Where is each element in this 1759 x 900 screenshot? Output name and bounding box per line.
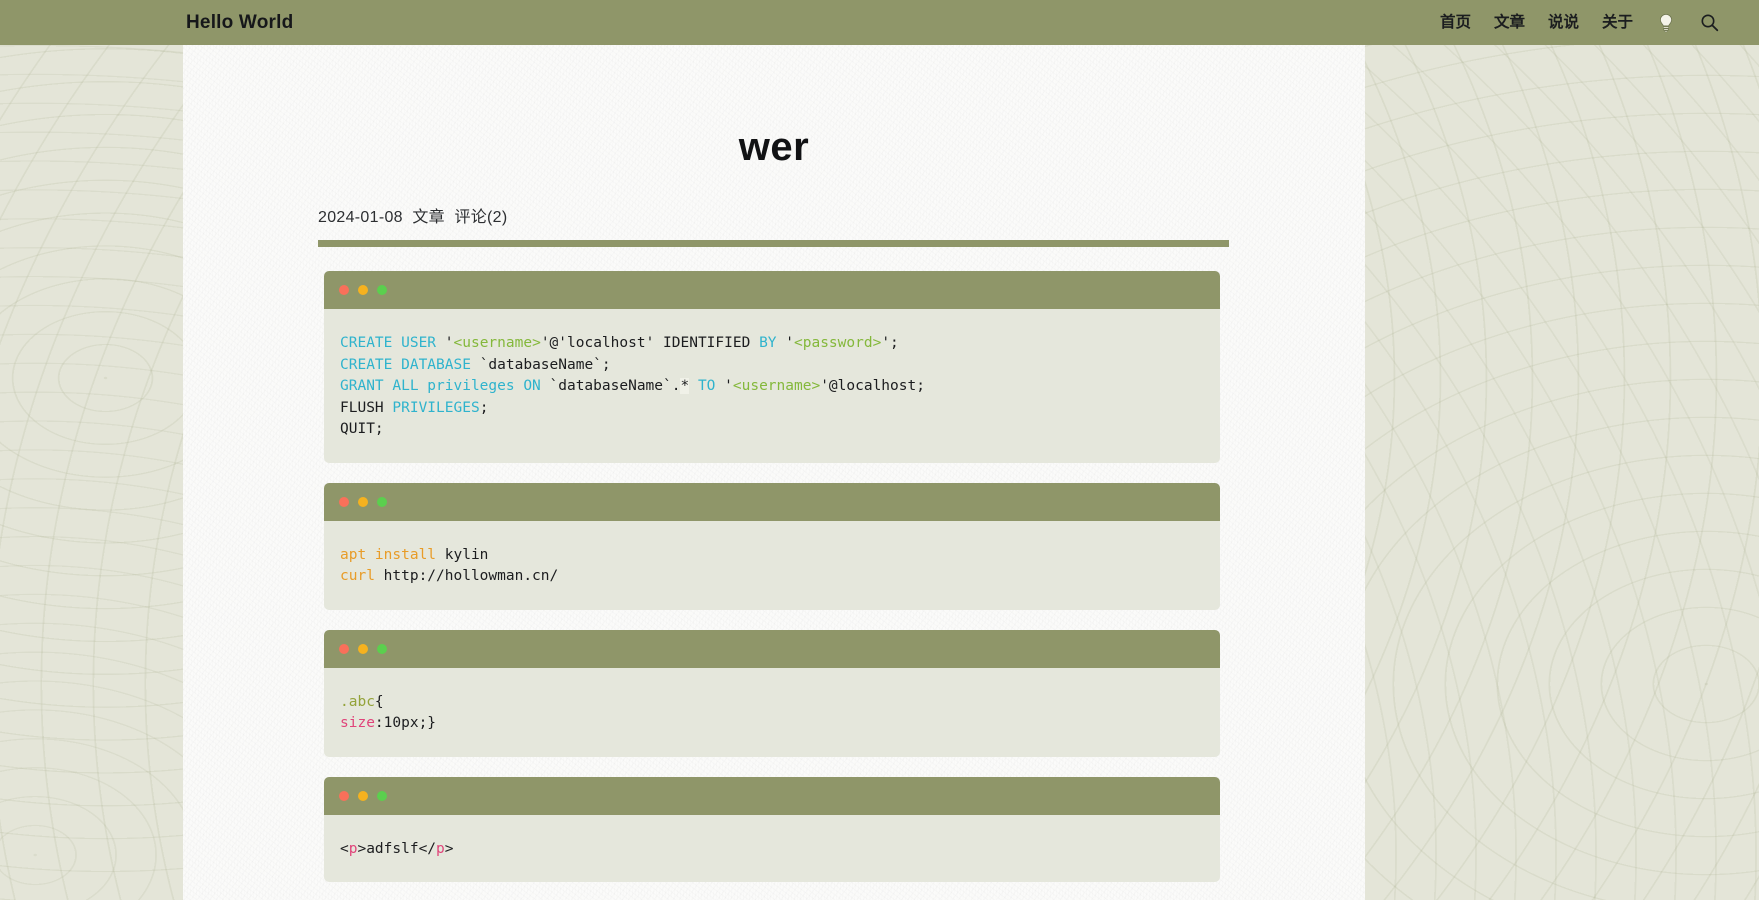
top-navigation-bar: Hello World 首页 文章 说说 关于 bbox=[0, 0, 1759, 45]
code-block-sql: CREATE USER '<username>'@'localhost' IDE… bbox=[324, 271, 1220, 463]
code-window-title-bar bbox=[324, 776, 1220, 815]
post-meta: 2024-01-08 文章 评论(2) bbox=[183, 169, 1365, 227]
window-close-dot-icon[interactable] bbox=[339, 643, 349, 654]
window-close-dot-icon[interactable] bbox=[339, 790, 349, 801]
code-window-title-bar bbox=[324, 482, 1220, 521]
code-window-title-bar bbox=[324, 271, 1220, 309]
post-comments[interactable]: 评论(2) bbox=[454, 209, 507, 226]
window-close-dot-icon[interactable] bbox=[339, 285, 349, 295]
nav-item-talks[interactable]: 说说 bbox=[1548, 15, 1579, 31]
nav-item-about[interactable]: 关于 bbox=[1602, 15, 1633, 31]
window-minimize-dot-icon[interactable] bbox=[358, 790, 368, 801]
site-brand-title[interactable]: Hello World bbox=[186, 12, 293, 34]
article-body: CREATE USER '<username>'@'localhost' IDE… bbox=[183, 247, 1365, 882]
nav-item-articles[interactable]: 文章 bbox=[1494, 15, 1525, 31]
code-content-html[interactable]: <p>adfslf</p> bbox=[324, 814, 1220, 882]
window-close-dot-icon[interactable] bbox=[339, 496, 349, 507]
window-minimize-dot-icon[interactable] bbox=[358, 643, 368, 654]
code-content-css[interactable]: .abc{ size:10px;} bbox=[324, 667, 1220, 757]
code-window-title-bar bbox=[324, 629, 1220, 668]
search-icon[interactable] bbox=[1699, 13, 1719, 33]
nav-item-home[interactable]: 首页 bbox=[1440, 15, 1471, 31]
window-maximize-dot-icon[interactable] bbox=[377, 790, 387, 801]
window-minimize-dot-icon[interactable] bbox=[358, 496, 368, 507]
code-content-sql[interactable]: CREATE USER '<username>'@'localhost' IDE… bbox=[324, 309, 1220, 463]
code-content-shell[interactable]: apt install kylin curl http://hollowman.… bbox=[324, 520, 1220, 610]
code-block-shell: apt install kylin curl http://hollowman.… bbox=[324, 482, 1220, 610]
code-block-html: <p>adfslf</p> bbox=[324, 776, 1220, 882]
nav-links-group: 首页 文章 说说 关于 bbox=[1440, 0, 1719, 45]
post-category[interactable]: 文章 bbox=[412, 209, 445, 226]
window-maximize-dot-icon[interactable] bbox=[377, 285, 387, 295]
window-minimize-dot-icon[interactable] bbox=[358, 285, 368, 295]
window-maximize-dot-icon[interactable] bbox=[377, 496, 387, 507]
window-maximize-dot-icon[interactable] bbox=[377, 643, 387, 654]
meta-divider-rule bbox=[318, 240, 1229, 247]
post-date: 2024-01-08 bbox=[318, 209, 403, 226]
lightbulb-icon[interactable] bbox=[1656, 13, 1676, 33]
article-paper-card: wer 2024-01-08 文章 评论(2) CREATE USER '<us… bbox=[183, 45, 1365, 900]
page-title: wer bbox=[738, 125, 810, 169]
code-block-css: .abc{ size:10px;} bbox=[324, 629, 1220, 757]
